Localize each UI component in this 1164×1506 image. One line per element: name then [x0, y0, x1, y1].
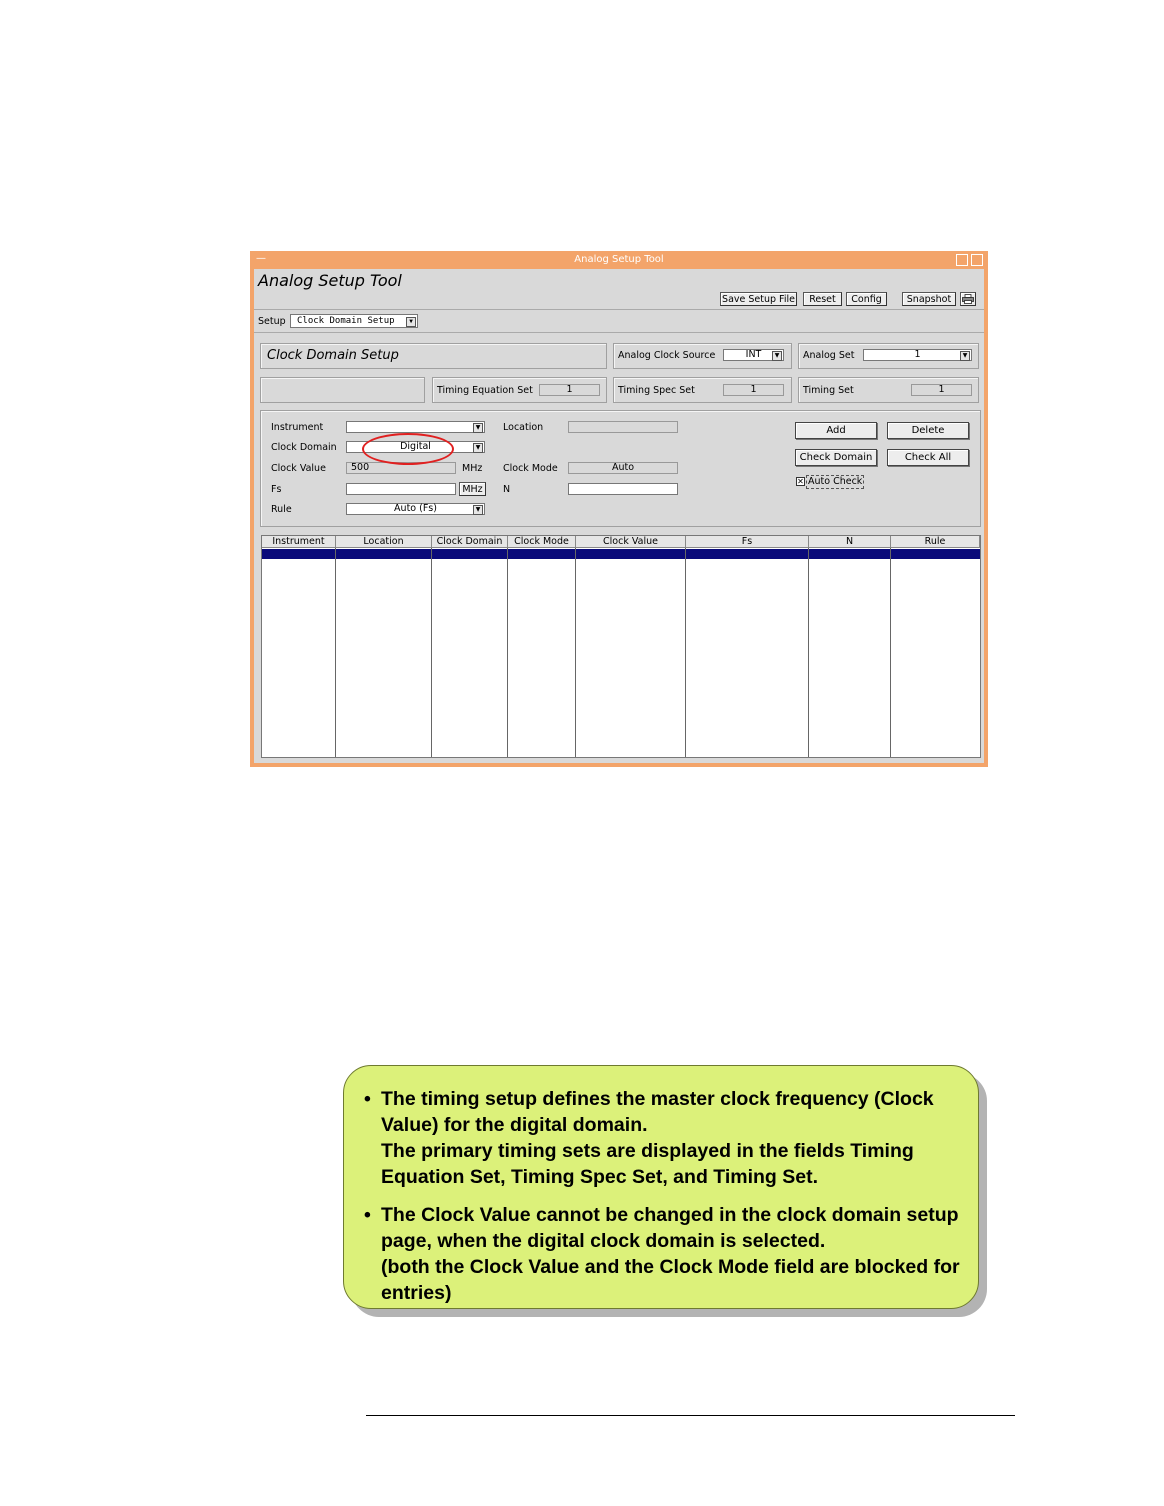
setup-select[interactable]: Clock Domain Setup ▼ — [290, 314, 418, 328]
fs-unit-button[interactable]: MHz — [459, 482, 486, 496]
window-title: Analog Setup Tool — [574, 254, 664, 265]
setup-divider — [254, 332, 984, 333]
config-button[interactable]: Config — [846, 292, 887, 306]
instrument-label: Instrument — [271, 422, 324, 433]
reset-button[interactable]: Reset — [803, 292, 842, 306]
location-label: Location — [503, 422, 544, 433]
clock-mode-label: Clock Mode — [503, 463, 558, 474]
analog-clock-source-select[interactable]: INT ▼ — [723, 349, 784, 361]
app-title: Analog Setup Tool — [258, 271, 402, 290]
auto-check-checkbox[interactable]: ✕ — [796, 477, 805, 486]
setup-label: Setup — [258, 316, 286, 327]
chevron-down-icon[interactable]: ▼ — [473, 505, 483, 515]
bullet2-line2: page, when the digital clock domain is s… — [381, 1230, 826, 1252]
toolbar-divider — [254, 309, 984, 310]
analog-set-panel: Analog Set 1 ▼ — [798, 343, 979, 369]
bullet1-line4: Equation Set, Timing Spec Set, and Timin… — [381, 1166, 819, 1188]
delete-button[interactable]: Delete — [887, 422, 969, 439]
panel-title: Clock Domain Setup — [267, 348, 399, 363]
column-header[interactable]: Instrument — [262, 536, 336, 548]
table-column — [576, 548, 686, 757]
bullet1-line2: Value) for the digital domain. — [381, 1114, 648, 1136]
footer-rule — [366, 1415, 1015, 1416]
rule-value: Auto (Fs) — [394, 503, 437, 514]
timing-set-panel: Timing Set 1 — [798, 377, 979, 403]
analog-set-label: Analog Set — [803, 350, 855, 361]
window-client: Analog Setup Tool Save Setup File Reset … — [254, 269, 984, 763]
check-all-button[interactable]: Check All — [887, 449, 969, 466]
clock-domain-label: Clock Domain — [271, 442, 337, 453]
column-header[interactable]: Fs — [686, 536, 809, 548]
clock-mode-field: Auto — [568, 462, 678, 474]
instrument-select[interactable]: ▼ — [346, 421, 485, 433]
timing-set-field: 1 — [911, 384, 972, 396]
table-column — [891, 548, 980, 757]
n-input[interactable] — [568, 483, 678, 495]
column-header[interactable]: Clock Value — [576, 536, 686, 548]
clock-domain-table[interactable]: Instrument Location Clock Domain Clock Mode… — [261, 535, 981, 758]
snapshot-button[interactable]: Snapshot — [902, 292, 956, 306]
timing-equation-set-panel: Timing Equation Set 1 — [432, 377, 607, 403]
column-header[interactable]: Clock Mode — [508, 536, 576, 548]
column-header[interactable]: Rule — [891, 536, 980, 548]
table-column — [809, 548, 891, 757]
add-button[interactable]: Add — [795, 422, 877, 439]
note-callout: • The timing setup defines the master cl… — [343, 1065, 979, 1309]
bullet-marker: • — [364, 1088, 371, 1110]
check-domain-button[interactable]: Check Domain — [795, 449, 877, 466]
column-header[interactable]: N — [809, 536, 891, 548]
timing-equation-set-label: Timing Equation Set — [437, 385, 533, 396]
analog-clock-source-panel: Analog Clock Source INT ▼ — [613, 343, 792, 369]
chevron-down-icon[interactable]: ▼ — [960, 351, 970, 361]
analog-set-select[interactable]: 1 ▼ — [863, 349, 972, 361]
empty-panel — [260, 377, 425, 403]
n-label: N — [503, 484, 511, 495]
auto-check-label[interactable]: Auto Check — [806, 475, 865, 489]
bullet2-line1: The Clock Value cannot be changed in the… — [381, 1204, 959, 1226]
chevron-down-icon[interactable]: ▼ — [473, 443, 483, 453]
timing-spec-set-field: 1 — [723, 384, 784, 396]
bullet1-line3: The primary timing sets are displayed in… — [381, 1140, 914, 1162]
bullet2-line3: (both the Clock Value and the Clock Mode… — [381, 1256, 960, 1278]
title-bar[interactable]: — Analog Setup Tool — [250, 251, 988, 269]
timing-spec-set-panel: Timing Spec Set 1 — [613, 377, 792, 403]
chevron-down-icon[interactable]: ▼ — [772, 351, 782, 361]
timing-equation-set-field: 1 — [539, 384, 600, 396]
location-field — [568, 421, 678, 433]
column-header[interactable]: Clock Domain — [432, 536, 508, 548]
table-column — [508, 548, 576, 757]
setup-select-value: Clock Domain Setup — [297, 316, 395, 326]
column-header[interactable]: Location — [336, 536, 432, 548]
timing-set-label: Timing Set — [803, 385, 854, 396]
clock-value-label: Clock Value — [271, 463, 326, 474]
analog-clock-source-value: INT — [745, 349, 762, 360]
clock-value-unit: MHz — [462, 463, 483, 474]
table-column — [686, 548, 809, 757]
bullet-marker: • — [364, 1204, 371, 1226]
table-column — [262, 548, 336, 757]
maximize-icon[interactable] — [971, 254, 983, 266]
timing-spec-set-label: Timing Spec Set — [618, 385, 695, 396]
chevron-down-icon[interactable]: ▼ — [406, 317, 416, 327]
chevron-down-icon[interactable]: ▼ — [473, 423, 483, 433]
bullet1-line1: The timing setup defines the master cloc… — [381, 1088, 934, 1110]
bullet2-line4: entries) — [381, 1282, 452, 1304]
highlight-oval — [362, 433, 454, 465]
table-column — [432, 548, 508, 757]
fs-input[interactable] — [346, 483, 456, 495]
clock-domain-setup-panel: Clock Domain Setup — [260, 343, 607, 369]
save-setup-file-button[interactable]: Save Setup File — [720, 292, 797, 306]
analog-clock-source-label: Analog Clock Source — [618, 350, 716, 361]
rule-label: Rule — [271, 504, 292, 515]
analog-set-value: 1 — [914, 349, 921, 360]
analog-setup-window: — Analog Setup Tool Analog Setup Tool Sa… — [250, 251, 988, 767]
printer-icon[interactable] — [960, 292, 976, 306]
fs-label: Fs — [271, 484, 282, 495]
minimize-icon[interactable] — [956, 254, 968, 266]
rule-select[interactable]: Auto (Fs) ▼ — [346, 503, 485, 515]
table-column — [336, 548, 432, 757]
